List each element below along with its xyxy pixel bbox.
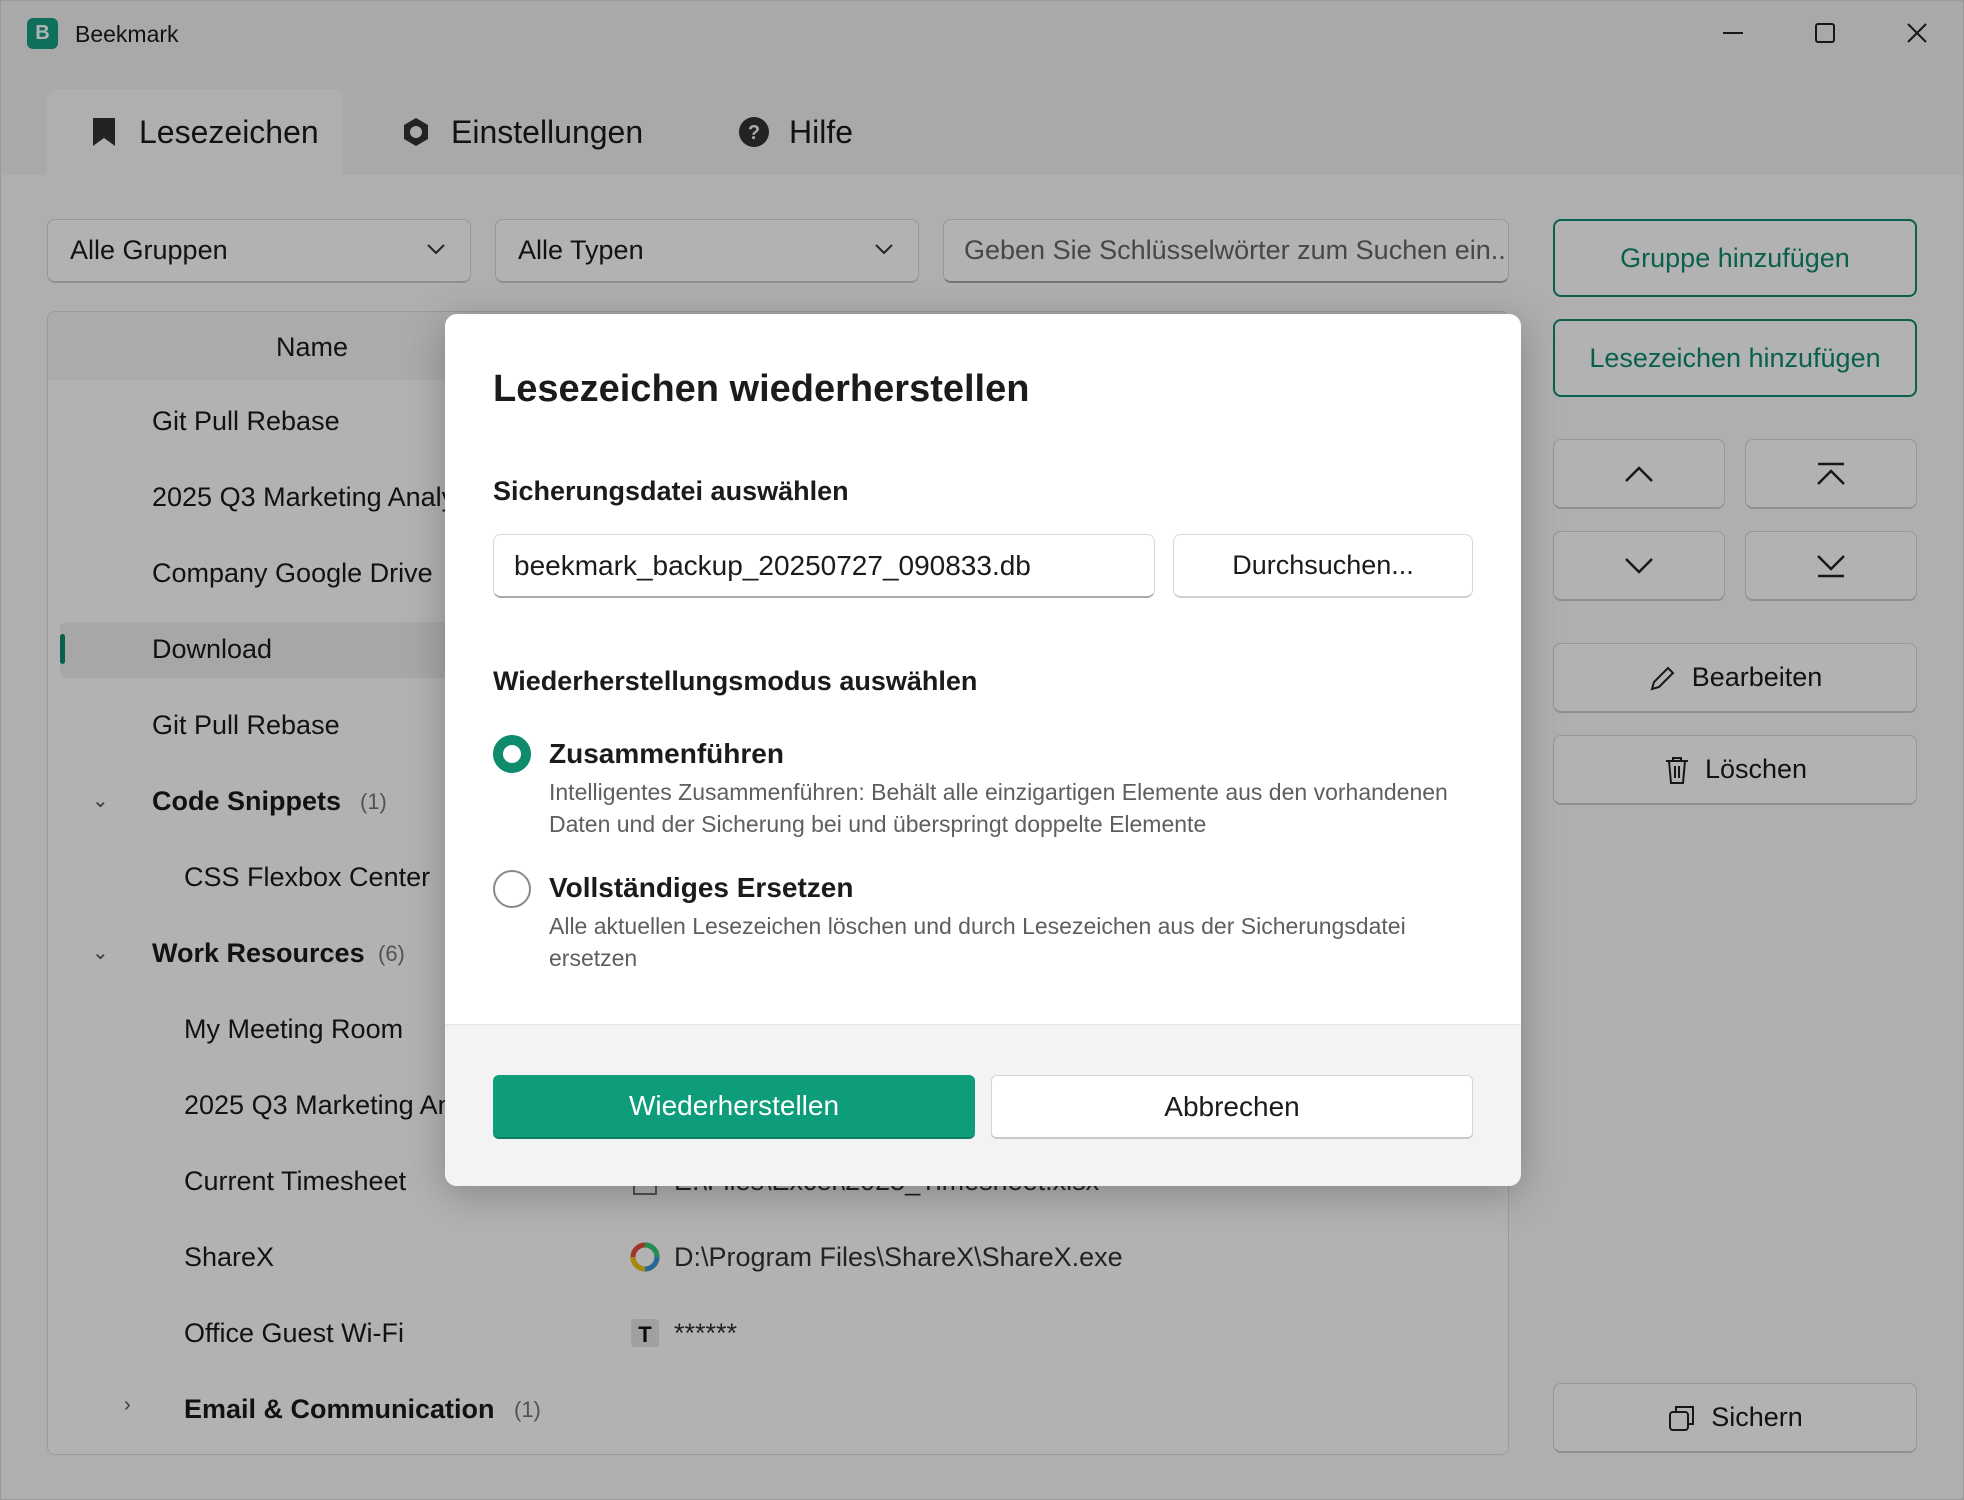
- mode-section-label: Wiederherstellungsmodus auswählen: [493, 666, 978, 696]
- restore-dialog: Lesezeichen wiederherstellen Sicherungsd…: [445, 314, 1521, 1186]
- merge-option-label[interactable]: Zusammenführen: [549, 738, 784, 770]
- replace-radio[interactable]: [493, 870, 531, 908]
- replace-option-description: Alle aktuellen Lesezeichen löschen und d…: [549, 913, 1406, 971]
- merge-radio[interactable]: [493, 735, 531, 773]
- browse-button[interactable]: Durchsuchen...: [1173, 534, 1473, 598]
- replace-option-label[interactable]: Vollständiges Ersetzen: [549, 872, 853, 904]
- dialog-title: Lesezeichen wiederherstellen: [493, 368, 1030, 410]
- app-window: B Beekmark Lesezeichen Einstellungen ? H…: [0, 0, 1964, 1500]
- file-section-label: Sicherungsdatei auswählen: [493, 476, 849, 506]
- merge-option-description: Intelligentes Zusammenführen: Behält all…: [549, 779, 1448, 837]
- dialog-footer: Wiederherstellen Abbrechen: [445, 1024, 1521, 1186]
- restore-button[interactable]: Wiederherstellen: [493, 1075, 975, 1139]
- cancel-button[interactable]: Abbrechen: [991, 1075, 1473, 1139]
- backup-file-field[interactable]: beekmark_backup_20250727_090833.db: [493, 534, 1155, 598]
